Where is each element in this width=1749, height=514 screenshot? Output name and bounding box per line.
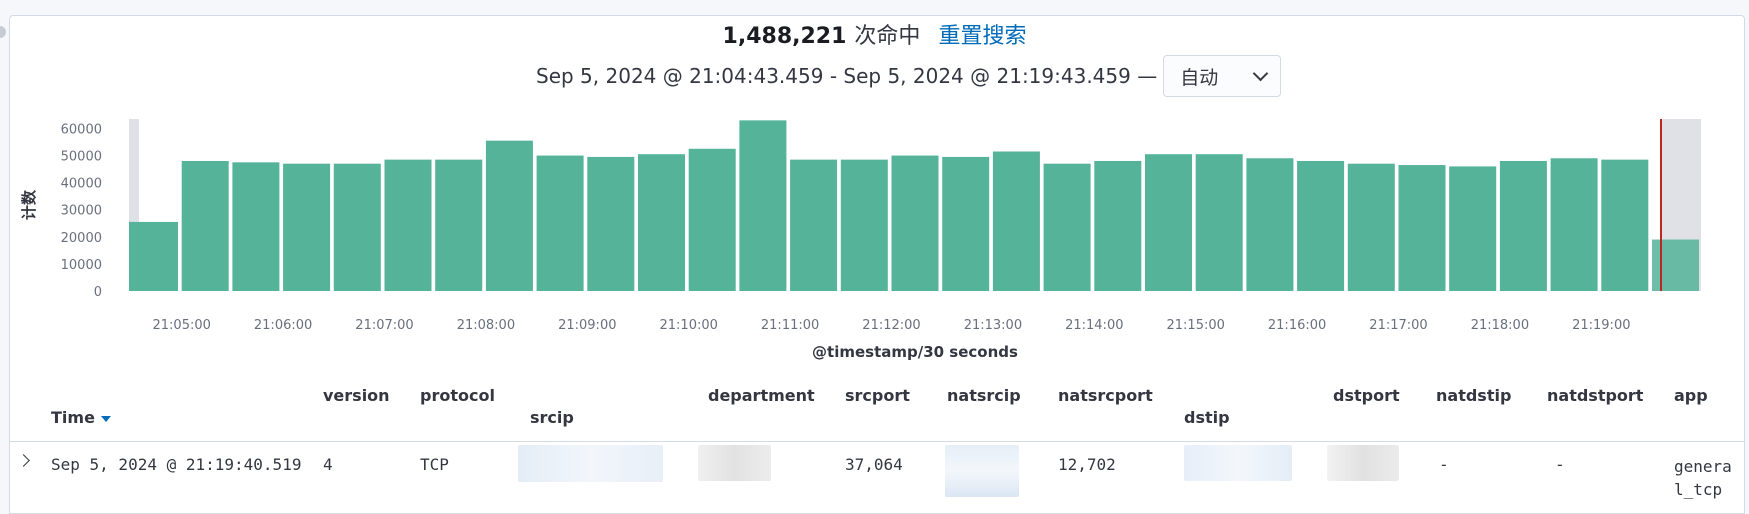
y-tick-label: 50000 [61, 150, 102, 165]
column-header-natdstip[interactable]: natdstip [1436, 386, 1511, 405]
histogram-bar [1094, 160, 1142, 291]
histogram-bar [283, 163, 331, 291]
column-header-department[interactable]: department [708, 386, 815, 405]
histogram-bar [790, 159, 838, 291]
histogram-bar [587, 156, 635, 291]
sort-descending-icon[interactable] [100, 415, 111, 422]
column-header-app[interactable]: app [1674, 386, 1708, 405]
histogram-bar [1652, 239, 1699, 291]
hits-label: 次命中 [854, 24, 921, 49]
x-tick-label: 21:17:00 [1369, 318, 1427, 333]
y-tick-label: 10000 [61, 258, 102, 273]
reset-search-link[interactable]: 重置搜索 [938, 24, 1026, 49]
x-tick-label: 21:14:00 [1065, 318, 1123, 333]
histogram-bar [1398, 165, 1446, 291]
histogram-bar [384, 159, 432, 291]
histogram-bar [638, 154, 685, 291]
x-axis-title: @timestamp/30 seconds [812, 343, 1018, 361]
interval-value: 自动 [1180, 66, 1219, 89]
column-header-natsrcip[interactable]: natsrcip [947, 386, 1021, 405]
column-header-dstport[interactable]: dstport [1333, 386, 1400, 405]
column-header-srcip[interactable]: srcip [530, 408, 574, 427]
column-header-natdstport[interactable]: natdstport [1547, 386, 1643, 405]
column-header-protocol[interactable]: protocol [420, 386, 495, 405]
histogram-bar [485, 140, 533, 291]
chevron-right-icon[interactable] [17, 454, 30, 467]
histogram-bar [1449, 166, 1497, 291]
histogram-bar [1347, 163, 1395, 291]
table-row[interactable]: Sep 5, 2024 @ 21:19:40.519 4 TCP 37,064 … [9, 441, 1745, 514]
histogram-bar [942, 156, 990, 291]
y-tick-label: 60000 [61, 122, 102, 137]
redacted-dstport [1327, 445, 1399, 481]
column-header-natsrcport[interactable]: natsrcport [1058, 386, 1153, 405]
interval-select[interactable]: 自动 [1163, 55, 1282, 97]
cell-srcport: 37,064 [845, 455, 903, 474]
time-range-text: Sep 5, 2024 @ 21:04:43.459 - Sep 5, 2024… [536, 64, 1158, 88]
histogram-bar [181, 160, 229, 291]
histogram-bar [333, 163, 381, 291]
column-header-srcport[interactable]: srcport [845, 386, 910, 405]
histogram-bar [1550, 158, 1598, 291]
cell-time: Sep 5, 2024 @ 21:19:40.519 [51, 455, 302, 474]
x-tick-label: 21:15:00 [1167, 318, 1225, 333]
column-header-dstip[interactable]: dstip [1184, 408, 1230, 427]
x-tick-label: 21:07:00 [355, 318, 413, 333]
cell-app-line2: l_tcp [1674, 480, 1723, 499]
redacted-dstip [1184, 445, 1292, 481]
histogram-bar [232, 162, 280, 291]
cell-app: genera l_tcp [1674, 455, 1732, 501]
histogram-bar [1195, 154, 1243, 291]
table-header: Time version protocol srcip department s… [9, 375, 1745, 442]
x-tick-label: 21:08:00 [457, 318, 515, 333]
histogram-bar [1297, 160, 1345, 291]
redacted-department [698, 445, 771, 481]
cell-version: 4 [323, 455, 333, 474]
histogram-bar [688, 148, 736, 291]
cell-natsrcport: 12,702 [1058, 455, 1116, 474]
redacted-srcip [518, 445, 663, 482]
x-tick-label: 21:10:00 [660, 318, 718, 333]
histogram-bar [129, 221, 178, 291]
x-tick-label: 21:12:00 [862, 318, 920, 333]
y-tick-label: 40000 [61, 177, 102, 192]
x-tick-label: 21:16:00 [1268, 318, 1326, 333]
histogram-bar [1246, 158, 1294, 291]
x-tick-label: 21:09:00 [558, 318, 616, 333]
cell-natdstip: - [1439, 455, 1449, 474]
redacted-natsrcip [945, 445, 1019, 497]
y-tick-label: 30000 [61, 204, 102, 219]
x-tick-label: 21:06:00 [254, 318, 312, 333]
y-axis-title: 计数 [20, 189, 38, 220]
histogram-bar [536, 155, 584, 291]
time-range-row: Sep 5, 2024 @ 21:04:43.459 - Sep 5, 2024… [536, 54, 1282, 98]
histogram-bar [435, 159, 483, 291]
histogram-bar [992, 151, 1040, 291]
histogram-chart[interactable]: 0 10000 20000 30000 40000 50000 60000 21:05:00 2… [0, 110, 1749, 365]
cell-protocol: TCP [420, 455, 449, 474]
hits-summary: 1,488,221 次命中 重置搜索 [0, 22, 1749, 52]
histogram-bar [1043, 163, 1091, 291]
column-header-time[interactable]: Time [51, 408, 111, 427]
chevron-down-icon [1252, 65, 1269, 81]
y-tick-label: 20000 [61, 231, 102, 246]
cell-natdstport: - [1555, 455, 1565, 474]
x-tick-label: 21:13:00 [964, 318, 1022, 333]
histogram-bar [891, 155, 939, 291]
histogram-bar [1499, 160, 1547, 291]
cell-app-line1: genera [1674, 457, 1732, 476]
x-tick-label: 21:11:00 [761, 318, 819, 333]
x-tick-label: 21:05:00 [153, 318, 211, 333]
x-tick-label: 21:19:00 [1572, 318, 1630, 333]
histogram-bar [840, 159, 888, 291]
y-tick-label: 0 [94, 285, 102, 300]
histogram-bar [739, 120, 787, 291]
histogram-bar [1601, 159, 1649, 291]
x-tick-label: 21:18:00 [1471, 318, 1529, 333]
histogram-bar [1145, 154, 1192, 291]
column-header-version[interactable]: version [323, 386, 390, 405]
hits-count: 1,488,221 [722, 24, 847, 49]
